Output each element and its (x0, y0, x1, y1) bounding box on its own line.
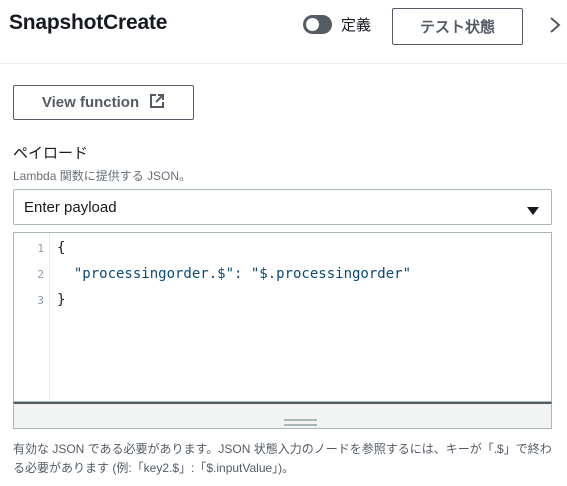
view-function-label: View function (41, 94, 140, 111)
help-text: 有効な JSON である必要があります。JSON 状態入力のノードを参照するには… (13, 442, 552, 475)
payload-select[interactable]: Enter payload (13, 189, 552, 225)
external-link-icon (139, 93, 165, 113)
view-function-button[interactable]: View function (13, 85, 194, 120)
panel-header: SnapshotCreate 定義 テスト状態 (0, 0, 567, 64)
toggle-label: 定義 (341, 17, 372, 34)
editor-resize-handle[interactable] (13, 402, 552, 429)
caret-down-icon (527, 203, 539, 221)
definition-toggle[interactable] (303, 15, 332, 34)
toggle-knob (306, 18, 319, 31)
code-line: } (57, 292, 66, 308)
payload-label: ペイロード (13, 145, 89, 162)
payload-select-value: Enter payload (24, 199, 117, 216)
line-number: 3 (37, 294, 44, 307)
grip-icon (284, 413, 317, 426)
gutter-divider (49, 233, 50, 401)
code-line: { (57, 240, 66, 256)
panel-title: SnapshotCreate (9, 11, 168, 34)
chevron-right-icon[interactable] (548, 15, 562, 35)
line-number: 1 (37, 242, 44, 255)
test-state-button[interactable]: テスト状態 (392, 8, 523, 45)
code-editor[interactable]: 1 2 3 { "processingorder.$": "$.processi… (13, 232, 552, 402)
code-line: "processingorder.$": "$.processingorder" (57, 266, 412, 282)
line-gutter: 1 2 3 (14, 233, 49, 401)
line-number: 2 (37, 268, 44, 281)
payload-description: Lambda 関数に提供する JSON。 (13, 169, 192, 183)
